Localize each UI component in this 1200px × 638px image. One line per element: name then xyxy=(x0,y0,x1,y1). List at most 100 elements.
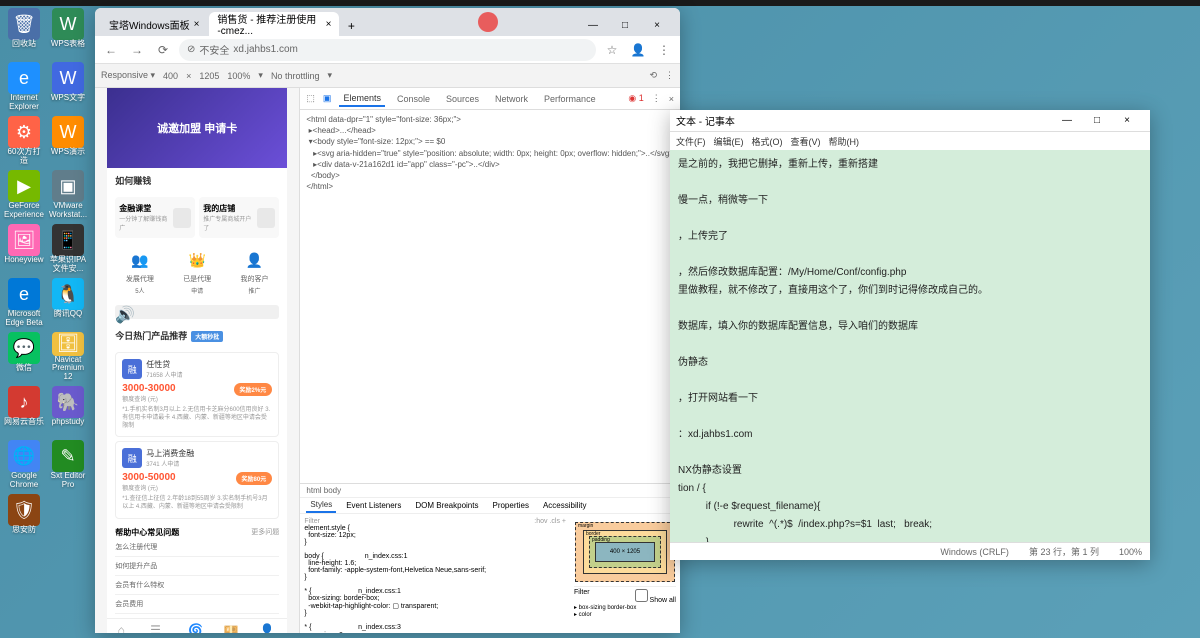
desktop-icon[interactable]: WWPS文字 xyxy=(48,62,88,112)
responsive-select[interactable]: Responsive ▾ xyxy=(101,70,155,81)
desktop-icon[interactable]: ▣VMware Workstat... xyxy=(48,170,88,220)
desktop-icon[interactable]: 💬微信 xyxy=(4,332,44,382)
product-desc: *1.手机实名制3月以上 2.无信用卡芝麻分600信用良好 3.有信用卡申请最卡… xyxy=(122,407,272,430)
tab-elements[interactable]: Elements xyxy=(339,91,385,107)
tab-site[interactable]: 销售货 - 推荐注册使用 -cmez... × xyxy=(209,12,339,36)
box-dims: 400 × 1205 xyxy=(595,542,655,562)
action-icon[interactable]: 👑已是代理申请 xyxy=(183,248,211,295)
desktop-icon[interactable]: 🌐Google Chrome xyxy=(4,440,44,490)
hov-cls[interactable]: :hov .cls + xyxy=(534,518,566,525)
desktop-icon[interactable]: eInternet Explorer xyxy=(4,62,44,112)
filter-input[interactable]: Filter xyxy=(304,518,320,525)
desktop-icon[interactable]: 🛡思安防 xyxy=(4,494,44,544)
rotate-icon[interactable]: ⟲ xyxy=(649,70,657,81)
menu-file[interactable]: 文件(F) xyxy=(676,135,706,148)
desktop-icon[interactable]: 🖼Honeyview xyxy=(4,224,44,274)
device-toolbar: Responsive ▾ 400× 1205 100%▾ No throttli… xyxy=(95,64,680,88)
action-icon[interactable]: 👥发展代理5人 xyxy=(126,248,154,295)
desktop-icon[interactable]: eMicrosoft Edge Beta xyxy=(4,278,44,328)
new-tab-button[interactable]: + xyxy=(341,16,361,36)
desktop-icon[interactable]: ♪网易云音乐 xyxy=(4,386,44,436)
menu-help[interactable]: 帮助(H) xyxy=(829,135,860,148)
menu-format[interactable]: 格式(O) xyxy=(752,135,783,148)
url-input[interactable]: ⊘ 不安全 xd.jahbs1.com xyxy=(179,39,596,61)
nav-item[interactable]: ⌂首页 xyxy=(115,623,127,633)
close-button[interactable]: × xyxy=(642,14,672,36)
help-item[interactable]: 如何提升产品 xyxy=(115,557,279,576)
zoom-select[interactable]: 100% xyxy=(227,71,250,81)
width-input[interactable]: 400 xyxy=(163,71,178,81)
product-card-2[interactable]: 融 马上消费金融3741 人申请 3000-50000奖励80元 额度查询 (元… xyxy=(115,441,279,519)
tab-properties[interactable]: Properties xyxy=(488,499,532,512)
tab-sources[interactable]: Sources xyxy=(442,92,483,106)
desktop-icon[interactable]: ✎Sxt Editor Pro xyxy=(48,440,88,490)
tab-breakpoints[interactable]: DOM Breakpoints xyxy=(411,499,482,512)
styles-panel[interactable]: Filter :hov .cls + element.style { font-… xyxy=(300,514,570,633)
box-course[interactable]: 金融课堂一分钟了解赚钱商广 xyxy=(115,197,195,238)
menu-view[interactable]: 查看(V) xyxy=(791,135,821,148)
minimize-button[interactable]: — xyxy=(1052,110,1082,132)
desktop-icon[interactable]: ⚙60次方打造 xyxy=(4,116,44,166)
desktop-icon[interactable]: 🗑回收站 xyxy=(4,8,44,58)
menu-edit[interactable]: 编辑(E) xyxy=(714,135,744,148)
close-button[interactable]: × xyxy=(1112,110,1142,132)
nav-item[interactable]: 🌀门店中心 xyxy=(184,623,208,633)
nav-item[interactable]: 💴提现 xyxy=(224,623,239,633)
star-icon[interactable]: ☆ xyxy=(602,40,622,60)
elements-tree[interactable]: <html data-dpr="1" style="font-size: 36p… xyxy=(300,110,680,483)
help-item[interactable]: 会员费用 xyxy=(115,595,279,614)
reward-button[interactable]: 奖励2%元 xyxy=(234,383,273,396)
maximize-button[interactable]: □ xyxy=(1082,110,1112,132)
tab-listeners[interactable]: Event Listeners xyxy=(342,499,405,512)
banner[interactable]: 诚邀加盟 申请卡 xyxy=(107,88,287,168)
computed-filter[interactable]: Filter xyxy=(574,589,590,604)
reload-button[interactable]: ⟳ xyxy=(153,40,173,60)
mobile-viewport: 诚邀加盟 申请卡 如何赚钱 金融课堂一分钟了解赚钱商广 我的店铺推广专属商城开户… xyxy=(95,88,300,633)
notice-bar[interactable]: 🔊 xyxy=(115,305,279,319)
nav-item[interactable]: ☰推广产品 xyxy=(144,623,168,633)
more-icon[interactable]: ⋮ xyxy=(665,70,674,81)
height-input[interactable]: 1205 xyxy=(199,71,219,81)
throttle-select[interactable]: No throttling xyxy=(271,71,320,81)
back-button[interactable]: ← xyxy=(101,40,121,60)
minimize-button[interactable]: — xyxy=(578,14,608,36)
help-item[interactable]: 会员有什么特权 xyxy=(115,576,279,595)
product-card-1[interactable]: 融 任性贷71658 人申请 3000-30000奖励2%元 额度查询 (元) … xyxy=(115,352,279,437)
position-label: 第 23 行，第 1 列 xyxy=(1029,545,1099,558)
inspect-icon[interactable]: ⬚ xyxy=(306,93,315,104)
nav-item[interactable]: 👤个人中心 xyxy=(255,623,279,633)
close-icon[interactable]: × xyxy=(194,19,200,30)
box-shop[interactable]: 我的店铺推广专属商城开户了 xyxy=(199,197,279,238)
desktop-icon[interactable]: 🗄Navicat Premium 12 xyxy=(48,332,88,382)
menu-icon[interactable]: ⋮ xyxy=(654,40,674,60)
device-icon[interactable]: ▣ xyxy=(323,93,332,104)
tab-a11y[interactable]: Accessibility xyxy=(539,499,591,512)
desktop-icon[interactable]: ▶GeForce Experience xyxy=(4,170,44,220)
error-badge[interactable]: ◉ 1 xyxy=(628,93,643,104)
more-link[interactable]: 更多问题 xyxy=(251,527,279,538)
desktop-icon[interactable]: 🐘phpstudy xyxy=(48,386,88,436)
desktop-icon[interactable]: WWPS演示 xyxy=(48,116,88,166)
help-item[interactable]: 怎么注册代理 xyxy=(115,538,279,557)
action-icon[interactable]: 👤我的客户推广 xyxy=(241,248,269,295)
breadcrumb[interactable]: html body xyxy=(300,484,680,498)
desktop-icon[interactable]: WWPS表格 xyxy=(48,8,88,58)
desktop-icon[interactable]: 🐧腾讯QQ xyxy=(48,278,88,328)
desktop-icon[interactable]: 📱苹果识IPA文件安... xyxy=(48,224,88,274)
devtools-tabs: ⬚ ▣ Elements Console Sources Network Per… xyxy=(300,88,680,110)
settings-icon[interactable]: ⋮ xyxy=(652,93,661,104)
tab-baota[interactable]: 宝塔Windows面板 × xyxy=(101,12,207,36)
close-icon[interactable]: × xyxy=(669,94,674,104)
notepad-content[interactable]: 是之前的，我把它删掉，重新上传，重新搭建 慢一点，稍微等一下 ，上传完了 ，然后… xyxy=(670,150,1150,542)
user-icon[interactable]: 👤 xyxy=(628,40,648,60)
computed-list[interactable]: ▸ box-sizing border-box ▸ color xyxy=(574,604,676,618)
maximize-button[interactable]: □ xyxy=(610,14,640,36)
tab-styles[interactable]: Styles xyxy=(306,498,336,513)
forward-button[interactable]: → xyxy=(127,40,147,60)
tab-performance[interactable]: Performance xyxy=(540,92,600,106)
tab-console[interactable]: Console xyxy=(393,92,434,106)
close-icon[interactable]: × xyxy=(326,19,332,30)
tab-network[interactable]: Network xyxy=(491,92,532,106)
reward-button[interactable]: 奖励80元 xyxy=(236,472,273,485)
showall-check[interactable] xyxy=(635,589,648,602)
